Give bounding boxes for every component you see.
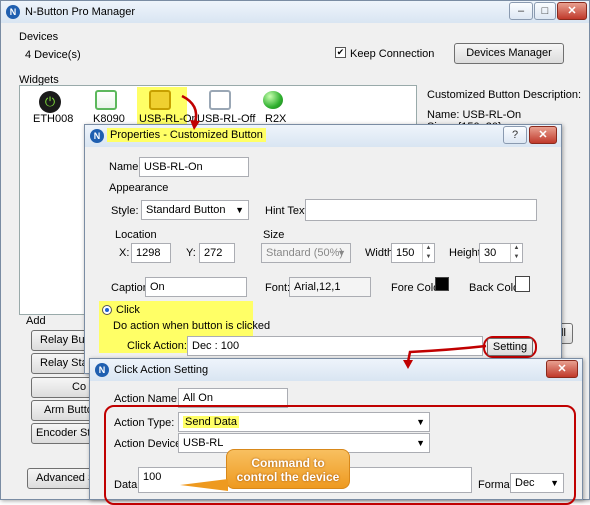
arrow-widget-to-dialog (181, 94, 198, 123)
arrowhead-setting-to-dialog (403, 360, 413, 369)
annotation-arrows (181, 94, 487, 369)
arrow-setting-to-dialog (406, 344, 487, 363)
arrowhead-widget-to-dialog (190, 120, 200, 130)
